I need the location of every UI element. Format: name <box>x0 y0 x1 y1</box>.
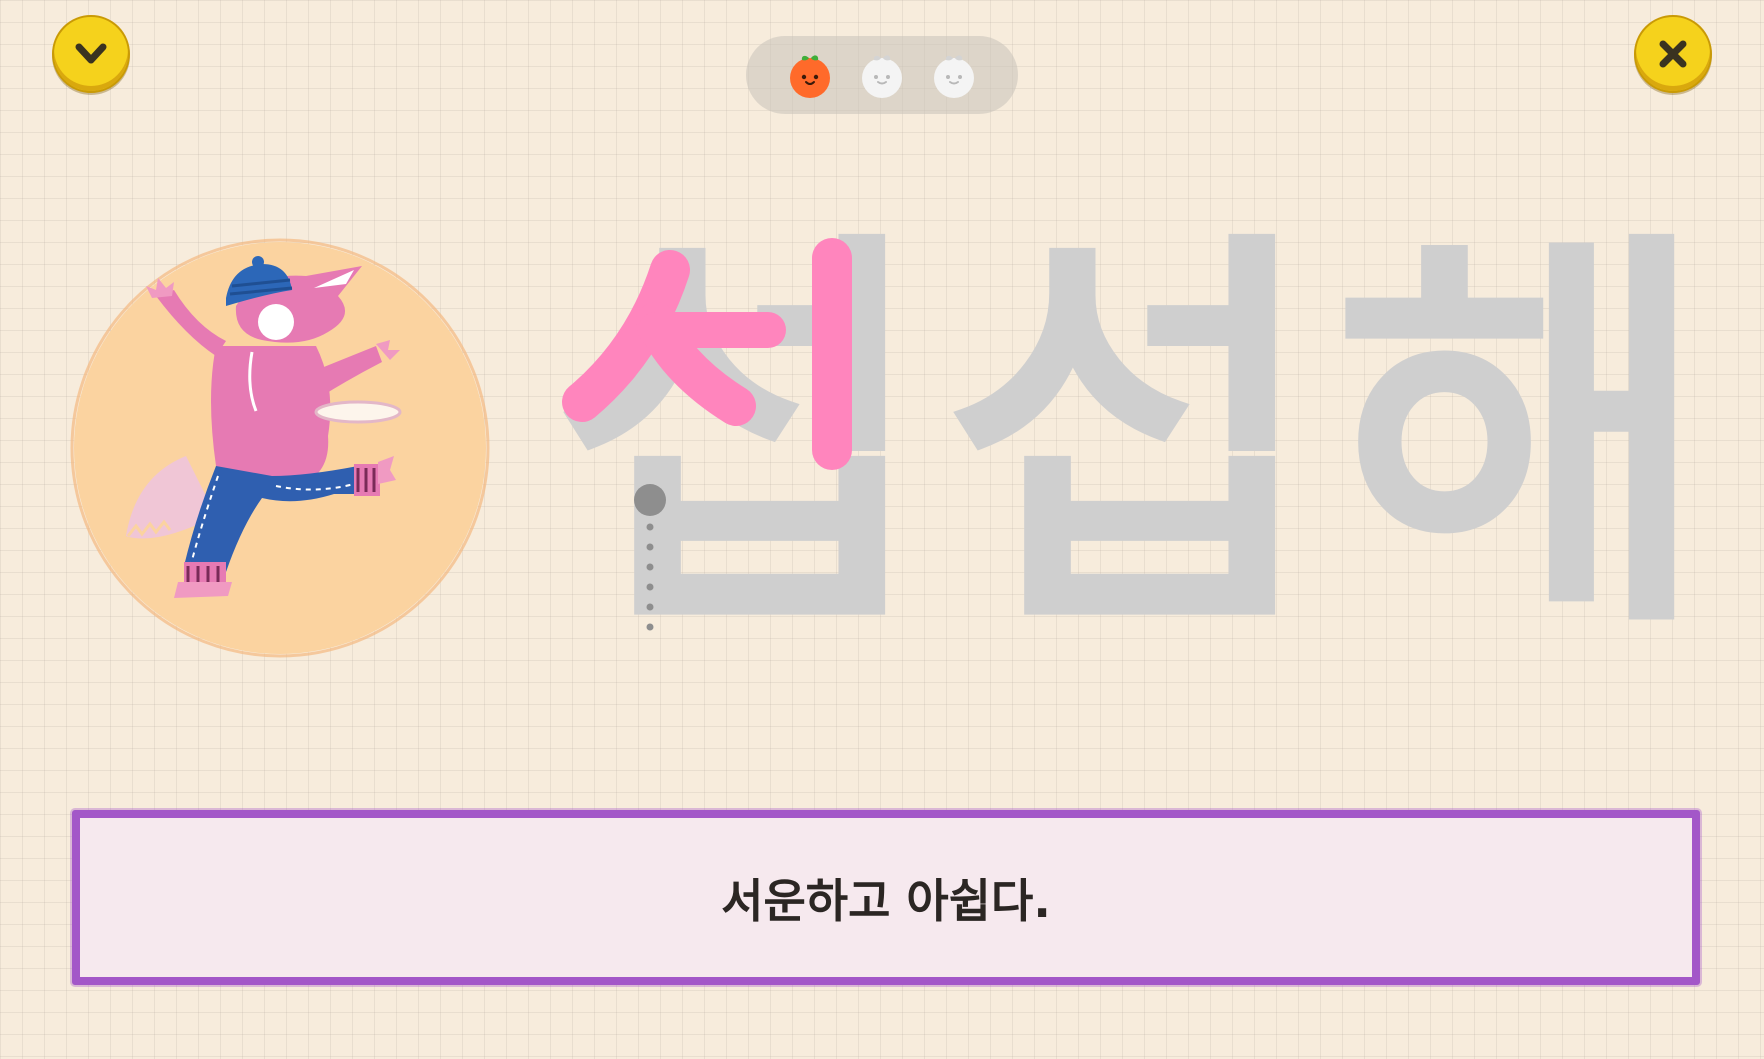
tangerine-icon-completed <box>790 55 830 98</box>
trace-overlay <box>562 238 852 631</box>
chevron-down-icon <box>75 43 107 64</box>
next-stroke-guide <box>634 484 666 631</box>
close-icon <box>1659 40 1687 68</box>
close-button[interactable] <box>1634 15 1712 93</box>
tangerine-icon-pending <box>862 55 902 98</box>
collapse-button[interactable] <box>52 15 130 93</box>
sentence-text: 서운하고 아쉽다. <box>721 873 1051 928</box>
tracing-word[interactable]: 섭 섭 해 <box>552 230 1742 650</box>
sentence-box: 서운하고 아쉽다. <box>72 810 1700 985</box>
dinosaur-illustration <box>70 238 490 658</box>
progress-indicator <box>746 36 1018 114</box>
tangerine-icon-pending <box>934 55 974 98</box>
